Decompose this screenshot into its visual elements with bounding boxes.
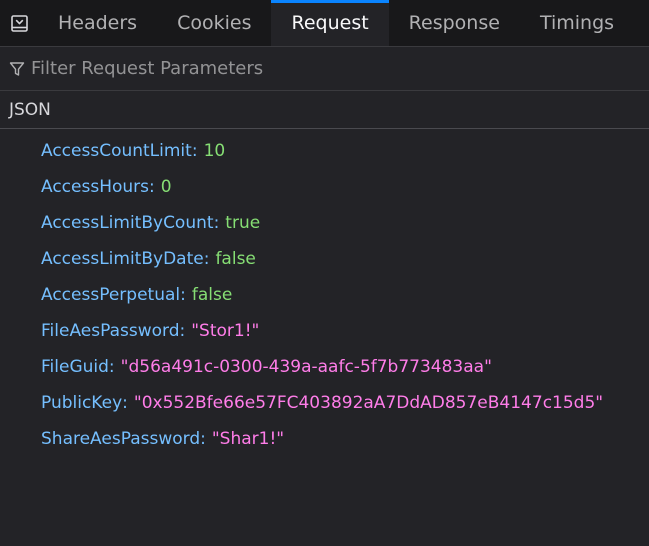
param-row[interactable]: PublicKey: "0x552Bfe66e57FC403892aA7DdAD8… xyxy=(0,385,649,421)
param-separator: : xyxy=(149,177,155,197)
tab-response[interactable]: Response xyxy=(389,0,520,46)
param-key: AccessLimitByDate xyxy=(41,249,204,269)
param-key: ShareAesPassword xyxy=(41,429,201,449)
param-value: 0 xyxy=(160,177,172,197)
param-key: AccessCountLimit xyxy=(41,141,192,161)
param-separator: : xyxy=(203,249,210,269)
param-value: "Shar1!" xyxy=(211,429,285,449)
param-separator: : xyxy=(213,213,220,233)
param-key: AccessLimitByCount xyxy=(41,213,214,233)
param-value: "d56a491c-0300-439a-aafc-5f7b773483aa" xyxy=(120,357,492,377)
param-row[interactable]: FileGuid: "d56a491c-0300-439a-aafc-5f7b77… xyxy=(0,349,649,385)
param-row[interactable]: AccessHours:0 xyxy=(0,169,649,205)
param-value: true xyxy=(225,213,261,233)
param-row[interactable]: AccessLimitByCount: true xyxy=(0,205,649,241)
filter-input[interactable] xyxy=(31,58,591,79)
details-tabbar: Headers Cookies Request Response Timings xyxy=(0,0,649,47)
param-row[interactable]: AccessPerpetual: false xyxy=(0,277,649,313)
tab-timings[interactable]: Timings xyxy=(520,0,634,46)
param-key: AccessPerpetual xyxy=(41,285,181,305)
tab-cookies[interactable]: Cookies xyxy=(157,0,271,46)
param-value: false xyxy=(215,249,256,269)
param-row[interactable]: AccessLimitByDate: false xyxy=(0,241,649,277)
sidebar-toggle-icon xyxy=(10,14,28,32)
param-value: "Stor1!" xyxy=(191,321,260,341)
tab-request[interactable]: Request xyxy=(271,0,389,46)
param-row[interactable]: AccessCountLimit:10 xyxy=(0,133,649,169)
param-value: false xyxy=(191,285,233,305)
param-separator: : xyxy=(180,285,186,305)
param-separator: : xyxy=(191,141,198,161)
tab-headers[interactable]: Headers xyxy=(38,0,157,46)
param-separator: : xyxy=(200,429,206,449)
param-key: FileGuid xyxy=(41,357,109,377)
param-separator: : xyxy=(122,393,128,413)
param-key: FileAesPassword xyxy=(41,321,180,341)
param-key: AccessHours xyxy=(41,177,150,197)
sidebar-toggle-button[interactable] xyxy=(0,0,38,46)
param-separator: : xyxy=(179,321,186,341)
request-panel: HeadersCookiesRequestResponseTimings JSO… xyxy=(0,0,649,546)
param-key: PublicKey xyxy=(41,393,123,413)
param-row[interactable]: ShareAesPassword: "Shar1!" xyxy=(0,421,649,457)
filter-bar xyxy=(0,47,649,91)
param-value: "0x552Bfe66e57FC403892aA7DdAD857eB4147c1… xyxy=(133,393,604,413)
param-value: 10 xyxy=(203,141,226,161)
param-row[interactable]: FileAesPassword: "Stor1!" xyxy=(0,313,649,349)
json-tree: AccessCountLimit:10 AccessHours:0 AccessLi… xyxy=(0,129,649,457)
section-title: JSON xyxy=(9,99,51,120)
filter-icon xyxy=(9,61,25,76)
param-separator: : xyxy=(108,357,115,377)
tab-list: Headers Cookies Request Response Timings xyxy=(38,0,649,46)
json-section-header[interactable]: JSON xyxy=(0,91,649,129)
